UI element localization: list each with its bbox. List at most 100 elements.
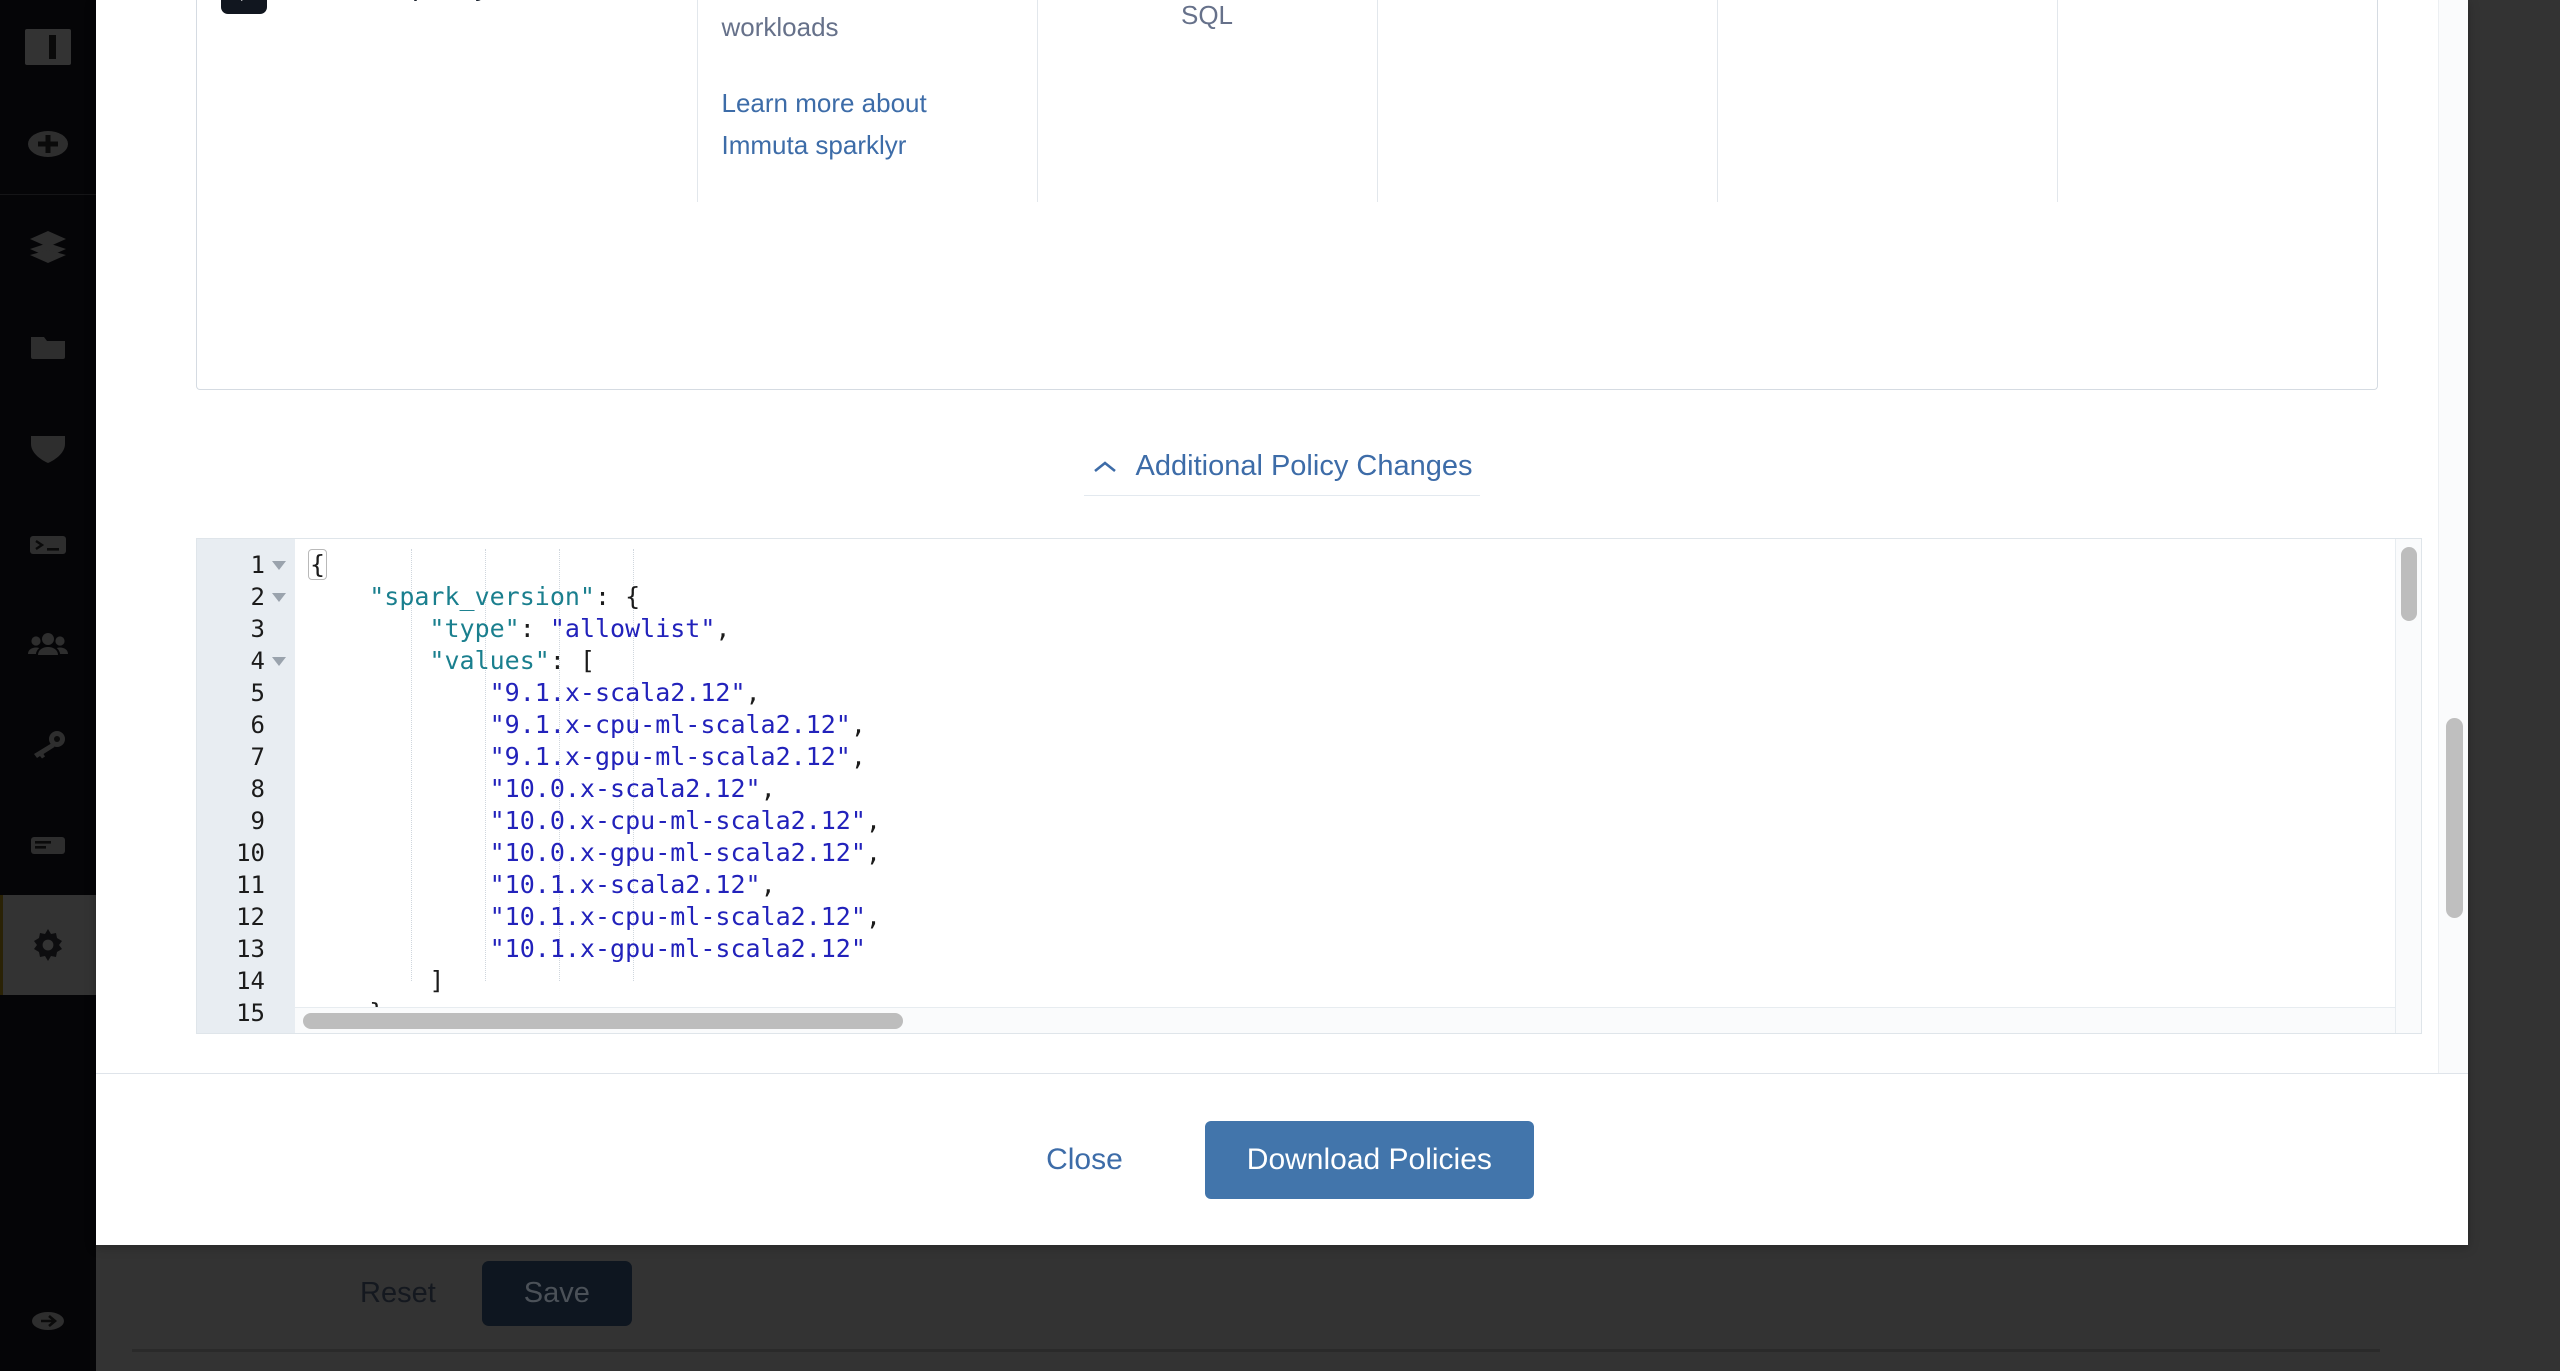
modal-vertical-scrollbar[interactable] bbox=[2438, 0, 2468, 1073]
learn-more-link-line1[interactable]: Learn more about bbox=[722, 82, 1013, 124]
fold-placeholder bbox=[271, 1029, 287, 1033]
page-action-buttons: Reset Save bbox=[356, 1261, 632, 1326]
learn-more-link-line2[interactable]: Immuta sparklyr bbox=[722, 124, 1013, 166]
editor-line-number: 11 bbox=[197, 869, 295, 901]
fold-arrow-icon[interactable] bbox=[271, 581, 287, 613]
editor-line-number: 1 bbox=[197, 549, 295, 581]
sidebar-item-logout[interactable] bbox=[0, 1271, 96, 1371]
fold-placeholder bbox=[271, 965, 287, 997]
modal-vertical-scrollbar-thumb[interactable] bbox=[2446, 718, 2463, 918]
policy-json-editor[interactable]: 12345678910111213141516 { "spark_version… bbox=[196, 538, 2422, 1034]
line-number-text: 14 bbox=[236, 967, 265, 995]
sidebar-item-add[interactable] bbox=[0, 94, 96, 194]
editor-line-number: 6 bbox=[197, 709, 295, 741]
code-token-pun: : { bbox=[595, 582, 641, 611]
editor-line-number: 4 bbox=[197, 645, 295, 677]
code-token-key: "type" bbox=[429, 614, 520, 643]
editor-line-number: 5 bbox=[197, 677, 295, 709]
sidebar-item-credentials[interactable] bbox=[0, 695, 96, 795]
editor-line-number: 10 bbox=[197, 837, 295, 869]
code-token-pun: , bbox=[760, 870, 776, 899]
save-button[interactable]: Save bbox=[481, 1261, 632, 1326]
row-name-group: Immuta sparklyr bbox=[221, 0, 673, 14]
editor-code-line: "10.1.x-gpu-ml-scala2.12" bbox=[309, 933, 881, 965]
cell-name: Immuta sparklyr bbox=[197, 0, 698, 202]
code-token-str: "10.1.x-cpu-ml-scala2.12" bbox=[489, 902, 866, 931]
line-number-text: 8 bbox=[250, 775, 265, 803]
editor-horizontal-scrollbar[interactable] bbox=[295, 1007, 2395, 1033]
sidebar-item-people[interactable] bbox=[0, 595, 96, 695]
editor-line-number: 14 bbox=[197, 965, 295, 997]
editor-line-number: 12 bbox=[197, 901, 295, 933]
editor-gutter: 12345678910111213141516 bbox=[197, 539, 295, 1033]
editor-code-line: "10.0.x-gpu-ml-scala2.12", bbox=[309, 837, 881, 869]
modal-scroll-content: Immuta sparklyr ter to support sparklyr … bbox=[96, 0, 2468, 1073]
editor-line-number: 16 bbox=[197, 1029, 295, 1033]
editor-code-line: "type": "allowlist", bbox=[309, 613, 881, 645]
line-number-text: 10 bbox=[236, 839, 265, 867]
editor-line-number: 15 bbox=[197, 997, 295, 1029]
code-token-pun bbox=[309, 678, 490, 707]
sidebar-item-policies[interactable] bbox=[0, 395, 96, 495]
code-token-str: "10.1.x-gpu-ml-scala2.12" bbox=[489, 934, 866, 963]
editor-horizontal-scrollbar-thumb[interactable] bbox=[303, 1013, 903, 1029]
language-label: SQL bbox=[1180, 0, 1234, 30]
editor-vertical-scrollbar-thumb[interactable] bbox=[2401, 547, 2417, 621]
code-token-pun: , bbox=[865, 806, 881, 835]
policy-changes-modal: Immuta sparklyr ter to support sparklyr … bbox=[96, 0, 2468, 1245]
code-token-pun: , bbox=[850, 742, 866, 771]
fold-placeholder bbox=[271, 805, 287, 837]
code-token-pun: , bbox=[745, 678, 761, 707]
code-token-str: "9.1.x-scala2.12" bbox=[489, 678, 746, 707]
code-token-str: "10.0.x-cpu-ml-scala2.12" bbox=[489, 806, 866, 835]
line-number-text: 1 bbox=[250, 551, 265, 579]
table-row: Immuta sparklyr ter to support sparklyr … bbox=[197, 0, 2377, 202]
editor-code-line: "values": [ bbox=[309, 645, 881, 677]
line-number-text: 4 bbox=[250, 647, 265, 675]
code-token-pun bbox=[309, 806, 490, 835]
chevron-up-icon bbox=[1092, 459, 1118, 475]
fold-placeholder bbox=[271, 677, 287, 709]
code-token-key: "spark_version" bbox=[369, 582, 595, 611]
cell-language: SQL bbox=[1037, 0, 1378, 202]
cell-description: ter to support sparklyr workloads Learn … bbox=[697, 0, 1038, 202]
line-number-text: 6 bbox=[250, 711, 265, 739]
editor-line-number: 13 bbox=[197, 933, 295, 965]
fold-placeholder bbox=[271, 869, 287, 901]
reset-button[interactable]: Reset bbox=[356, 1267, 440, 1320]
sidebar-item-projects[interactable] bbox=[0, 295, 96, 395]
editor-code-line: "10.1.x-cpu-ml-scala2.12", bbox=[309, 901, 881, 933]
additional-policy-changes-toggle[interactable]: Additional Policy Changes bbox=[1084, 450, 1480, 496]
sidebar-logo[interactable] bbox=[0, 0, 96, 94]
editor-code-line: "10.0.x-scala2.12", bbox=[309, 773, 881, 805]
editor-code-line: "10.1.x-scala2.12", bbox=[309, 869, 881, 901]
code-token-pun: , bbox=[865, 838, 881, 867]
close-button[interactable]: Close bbox=[1030, 1129, 1139, 1191]
code-token-pun: , bbox=[865, 902, 881, 931]
code-token-str: "allowlist" bbox=[549, 614, 716, 643]
fold-arrow-icon[interactable] bbox=[271, 549, 287, 581]
code-token-str: "10.0.x-gpu-ml-scala2.12" bbox=[489, 838, 866, 867]
line-number-text: 16 bbox=[236, 1029, 265, 1033]
fold-placeholder bbox=[271, 741, 287, 773]
page-action-bar: Reset Save bbox=[96, 1245, 2560, 1371]
line-number-text: 15 bbox=[236, 999, 265, 1027]
editor-code-line: "9.1.x-gpu-ml-scala2.12", bbox=[309, 741, 881, 773]
sidebar-item-audit[interactable] bbox=[0, 795, 96, 895]
fold-placeholder bbox=[271, 709, 287, 741]
line-number-text: 9 bbox=[250, 807, 265, 835]
code-token-key: "values" bbox=[429, 646, 550, 675]
sidebar-item-queries[interactable] bbox=[0, 495, 96, 595]
editor-vertical-scrollbar[interactable] bbox=[2395, 539, 2421, 1033]
sidebar-item-data-sources[interactable] bbox=[0, 195, 96, 295]
editor-code-area[interactable]: { "spark_version": { "type": "allowlist"… bbox=[295, 539, 2421, 1033]
fold-arrow-icon[interactable] bbox=[271, 645, 287, 677]
sidebar-item-settings[interactable] bbox=[0, 895, 96, 995]
code-token-pun bbox=[309, 934, 490, 963]
row-checkbox[interactable] bbox=[221, 0, 267, 14]
editor-code-line: "9.1.x-scala2.12", bbox=[309, 677, 881, 709]
page-action-divider bbox=[132, 1349, 2380, 1352]
code-token-pun bbox=[309, 870, 490, 899]
editor-code-line: "spark_version": { bbox=[309, 581, 881, 613]
download-policies-button[interactable]: Download Policies bbox=[1204, 1120, 1534, 1199]
